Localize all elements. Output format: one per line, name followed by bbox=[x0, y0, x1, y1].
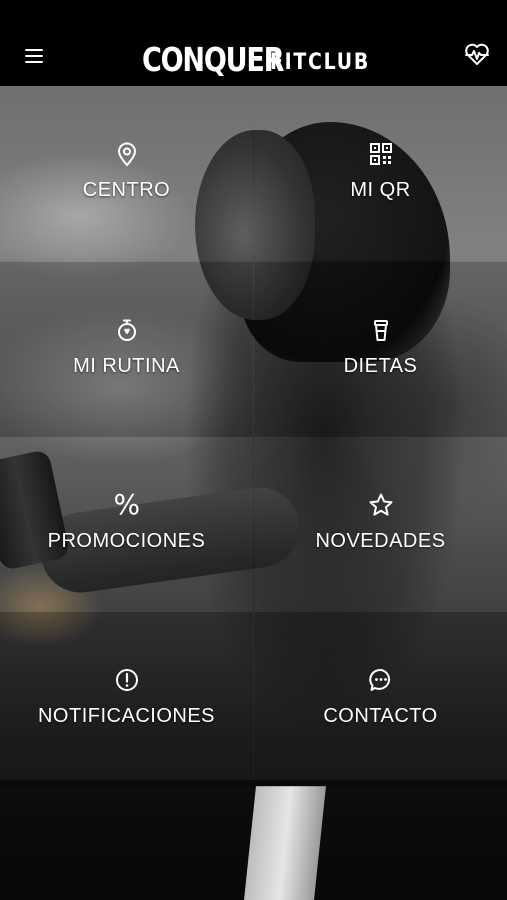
tile-label: DIETAS bbox=[343, 355, 418, 377]
location-pin-icon bbox=[114, 141, 140, 167]
tile-label: CONTACTO bbox=[323, 705, 438, 727]
logo-sub-text: FITCLUB bbox=[270, 50, 370, 75]
app-root: CONQUER FITCLUB CENTRO MI QR MI RUTINA D… bbox=[0, 0, 507, 900]
tile-mi-rutina[interactable]: MI RUTINA bbox=[0, 262, 253, 437]
tile-label: NOTIFICACIONES bbox=[37, 705, 215, 727]
tile-novedades[interactable]: NOVEDADES bbox=[254, 437, 507, 612]
tile-label: NOVEDADES bbox=[315, 530, 446, 552]
chat-bubble-icon bbox=[368, 667, 394, 693]
app-header: CONQUER FITCLUB bbox=[0, 0, 507, 86]
qr-code-icon bbox=[368, 141, 394, 167]
hamburger-menu-icon[interactable] bbox=[22, 44, 46, 68]
tile-notificaciones[interactable]: NOTIFICACIONES bbox=[0, 612, 253, 787]
brand-logo: CONQUER FITCLUB bbox=[142, 38, 386, 78]
tile-label: PROMOCIONES bbox=[47, 530, 206, 552]
heart-pulse-icon[interactable] bbox=[463, 40, 491, 68]
alert-circle-icon bbox=[114, 667, 140, 693]
tile-centro[interactable]: CENTRO bbox=[0, 86, 253, 261]
athlete-shorts bbox=[244, 786, 326, 900]
tile-mi-qr[interactable]: MI QR bbox=[254, 86, 507, 261]
tile-dietas[interactable]: DIETAS bbox=[254, 262, 507, 437]
tile-label: MI RUTINA bbox=[73, 355, 180, 377]
star-icon bbox=[368, 492, 394, 518]
percent-icon: % bbox=[113, 488, 141, 521]
tile-label: CENTRO bbox=[82, 179, 171, 201]
tile-contacto[interactable]: CONTACTO bbox=[254, 612, 507, 787]
logo-main-text: CONQUER bbox=[142, 40, 284, 79]
tile-label: MI QR bbox=[350, 179, 411, 201]
stopwatch-icon bbox=[114, 317, 140, 343]
cup-icon bbox=[368, 317, 394, 343]
tile-promociones[interactable]: % PROMOCIONES bbox=[0, 437, 253, 612]
